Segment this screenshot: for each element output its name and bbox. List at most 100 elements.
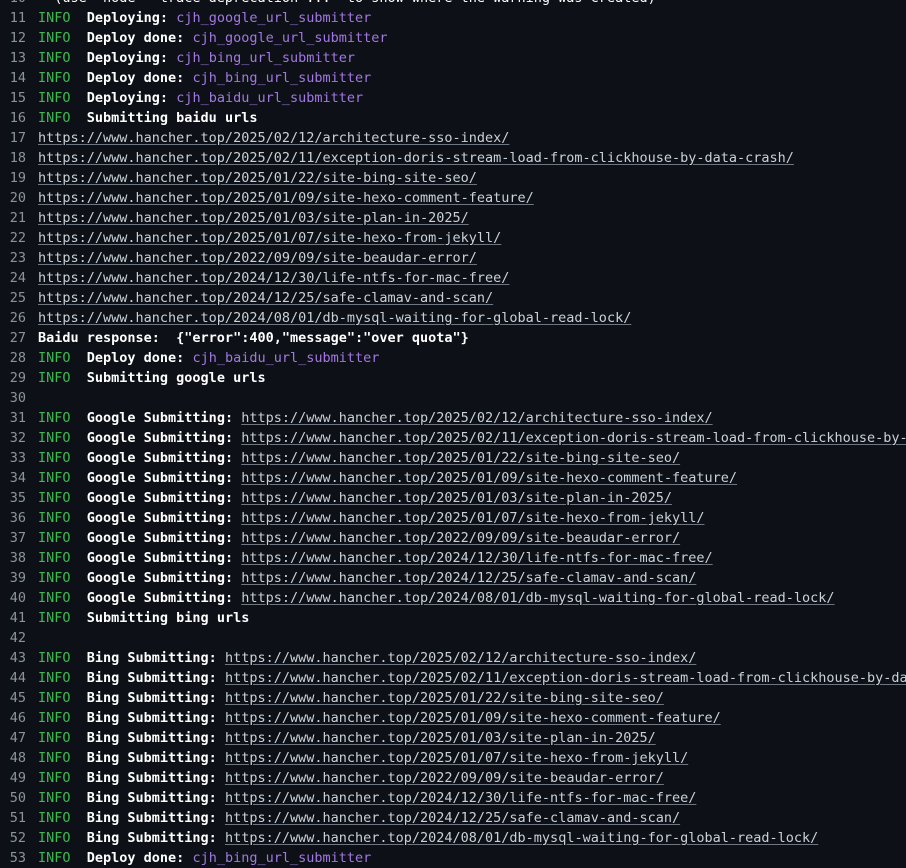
log-line-content: INFO Deploy done: cjh_bing_url_submitter	[38, 848, 906, 868]
log-line: 12 INFO Deploy done: cjh_google_url_submi…	[0, 28, 906, 48]
log-line-content: INFO Bing Submitting: https://www.hanche…	[38, 728, 906, 748]
line-number: 30	[9, 390, 26, 406]
log-line: 37 INFO Google Submitting: https://www.ha…	[0, 528, 906, 548]
log-output-panel[interactable]: 10 (use `node --trace-deprecation ...` t…	[0, 0, 906, 868]
log-url-link[interactable]: https://www.hancher.top/2025/01/03/site-…	[241, 490, 672, 506]
log-level-tag: INFO	[38, 370, 71, 386]
line-number: 45	[9, 690, 26, 706]
line-number: 28	[9, 350, 26, 366]
log-line: 38 INFO Google Submitting: https://www.ha…	[0, 548, 906, 568]
line-number: 41	[9, 610, 26, 626]
log-message: Google Submitting:	[70, 490, 242, 506]
log-line: 25 https://www.hancher.top/2024/12/25/saf…	[0, 288, 906, 308]
log-line-content: INFO Google Submitting: https://www.hanc…	[38, 408, 906, 428]
log-line-content: https://www.hancher.top/2025/01/03/site-…	[38, 208, 906, 228]
log-url-link[interactable]: https://www.hancher.top/2022/09/09/site-…	[225, 770, 664, 786]
log-url-link[interactable]: https://www.hancher.top/2024/08/01/db-my…	[38, 310, 631, 326]
log-url-link[interactable]: https://www.hancher.top/2025/01/03/site-…	[38, 210, 469, 226]
line-number: 34	[9, 470, 26, 486]
log-url-link[interactable]: https://www.hancher.top/2025/02/12/archi…	[241, 410, 712, 426]
log-line-content: https://www.hancher.top/2024/12/30/life-…	[38, 268, 906, 288]
log-line: 42	[0, 628, 906, 648]
log-line: 31 INFO Google Submitting: https://www.ha…	[0, 408, 906, 428]
log-message: Submitting google urls	[70, 370, 266, 386]
log-level-tag: INFO	[38, 810, 71, 826]
job-identifier: cjh_bing_url_submitter	[192, 70, 372, 86]
log-url-link[interactable]: https://www.hancher.top/2025/01/22/site-…	[225, 690, 664, 706]
log-message: Google Submitting:	[70, 430, 242, 446]
log-url-link[interactable]: https://www.hancher.top/2024/12/30/life-…	[225, 790, 696, 806]
log-message: (use `node --trace-deprecation ...` to s…	[38, 0, 655, 6]
log-line-content: https://www.hancher.top/2024/08/01/db-my…	[38, 308, 906, 328]
log-line-content: INFO Deploying: cjh_baidu_url_submitter	[38, 88, 906, 108]
log-message: Google Submitting:	[70, 550, 242, 566]
log-url-link[interactable]: https://www.hancher.top/2025/02/11/excep…	[241, 430, 906, 446]
log-level-tag: INFO	[38, 670, 71, 686]
log-line: 41 INFO Submitting bing urls	[0, 608, 906, 628]
line-number: 33	[9, 450, 26, 466]
log-line: 15 INFO Deploying: cjh_baidu_url_submitte…	[0, 88, 906, 108]
log-url-link[interactable]: https://www.hancher.top/2024/08/01/db-my…	[241, 590, 834, 606]
log-url-link[interactable]: https://www.hancher.top/2025/01/07/site-…	[225, 750, 688, 766]
log-message: Bing Submitting:	[70, 770, 225, 786]
log-line: 22 https://www.hancher.top/2025/01/07/sit…	[0, 228, 906, 248]
log-url-link[interactable]: https://www.hancher.top/2025/02/11/excep…	[225, 670, 906, 686]
log-line-content: INFO Google Submitting: https://www.hanc…	[38, 588, 906, 608]
line-number: 10	[4, 0, 26, 8]
log-level-tag: INFO	[38, 530, 71, 546]
log-message: Deploy done:	[70, 350, 193, 366]
line-number: 50	[9, 790, 26, 806]
log-line: 20 https://www.hancher.top/2025/01/09/sit…	[0, 188, 906, 208]
log-url-link[interactable]: https://www.hancher.top/2025/02/12/archi…	[38, 130, 509, 146]
log-line-content: INFO Deploy done: cjh_google_url_submitt…	[38, 28, 906, 48]
log-line: 49 INFO Bing Submitting: https://www.hanc…	[0, 768, 906, 788]
log-url-link[interactable]: https://www.hancher.top/2022/09/09/site-…	[241, 530, 680, 546]
log-level-tag: INFO	[38, 850, 71, 866]
log-line: 53 INFO Deploy done: cjh_bing_url_submitt…	[0, 848, 906, 868]
log-line-content: INFO Google Submitting: https://www.hanc…	[38, 468, 906, 488]
log-url-link[interactable]: https://www.hancher.top/2024/12/25/safe-…	[241, 570, 696, 586]
log-line: 14 INFO Deploy done: cjh_bing_url_submitt…	[0, 68, 906, 88]
line-number: 48	[9, 750, 26, 766]
log-line-content: INFO Google Submitting: https://www.hanc…	[38, 548, 906, 568]
log-message: Google Submitting:	[70, 570, 242, 586]
log-url-link[interactable]: https://www.hancher.top/2025/02/11/excep…	[38, 150, 794, 166]
log-message: Bing Submitting:	[70, 710, 225, 726]
line-number: 39	[9, 570, 26, 586]
job-identifier: cjh_bing_url_submitter	[176, 50, 355, 66]
log-level-tag: INFO	[38, 750, 71, 766]
log-url-link[interactable]: https://www.hancher.top/2025/01/09/site-…	[225, 710, 721, 726]
log-url-link[interactable]: https://www.hancher.top/2025/01/03/site-…	[225, 730, 656, 746]
log-url-link[interactable]: https://www.hancher.top/2025/01/22/site-…	[241, 450, 680, 466]
line-number: 37	[9, 530, 26, 546]
log-url-link[interactable]: https://www.hancher.top/2025/01/07/site-…	[38, 230, 501, 246]
log-url-link[interactable]: https://www.hancher.top/2025/02/12/archi…	[225, 650, 696, 666]
log-line-content: INFO Bing Submitting: https://www.hanche…	[38, 708, 906, 728]
line-number: 16	[9, 110, 26, 126]
line-number: 47	[9, 730, 26, 746]
log-url-link[interactable]: https://www.hancher.top/2024/08/01/db-my…	[225, 830, 818, 846]
log-url-link[interactable]: https://www.hancher.top/2024/12/30/life-…	[38, 270, 509, 286]
log-url-link[interactable]: https://www.hancher.top/2024/12/25/safe-…	[225, 810, 680, 826]
log-url-link[interactable]: https://www.hancher.top/2025/01/09/site-…	[38, 190, 534, 206]
line-number: 52	[9, 830, 26, 846]
log-line-content: INFO Submitting google urls	[38, 368, 906, 388]
log-line-content: INFO Google Submitting: https://www.hanc…	[38, 528, 906, 548]
line-number: 12	[9, 30, 26, 46]
log-message: Deploying:	[70, 50, 177, 66]
line-number: 35	[9, 490, 26, 506]
log-url-link[interactable]: https://www.hancher.top/2025/01/22/site-…	[38, 170, 477, 186]
log-line: 40 INFO Google Submitting: https://www.ha…	[0, 588, 906, 608]
log-line: 17 https://www.hancher.top/2025/02/12/arc…	[0, 128, 906, 148]
log-url-link[interactable]: https://www.hancher.top/2025/01/09/site-…	[241, 470, 737, 486]
log-message: Deploy done:	[70, 70, 193, 86]
log-url-link[interactable]: https://www.hancher.top/2025/01/07/site-…	[241, 510, 704, 526]
log-message: Submitting baidu urls	[70, 110, 258, 126]
log-line-content: https://www.hancher.top/2025/01/22/site-…	[38, 168, 906, 188]
log-level-tag: INFO	[38, 410, 71, 426]
log-url-link[interactable]: https://www.hancher.top/2024/12/25/safe-…	[38, 290, 493, 306]
log-url-link[interactable]: https://www.hancher.top/2024/12/30/life-…	[241, 550, 712, 566]
log-line: 48 INFO Bing Submitting: https://www.hanc…	[0, 748, 906, 768]
log-line-content: https://www.hancher.top/2024/12/25/safe-…	[38, 288, 906, 308]
log-url-link[interactable]: https://www.hancher.top/2022/09/09/site-…	[38, 250, 477, 266]
